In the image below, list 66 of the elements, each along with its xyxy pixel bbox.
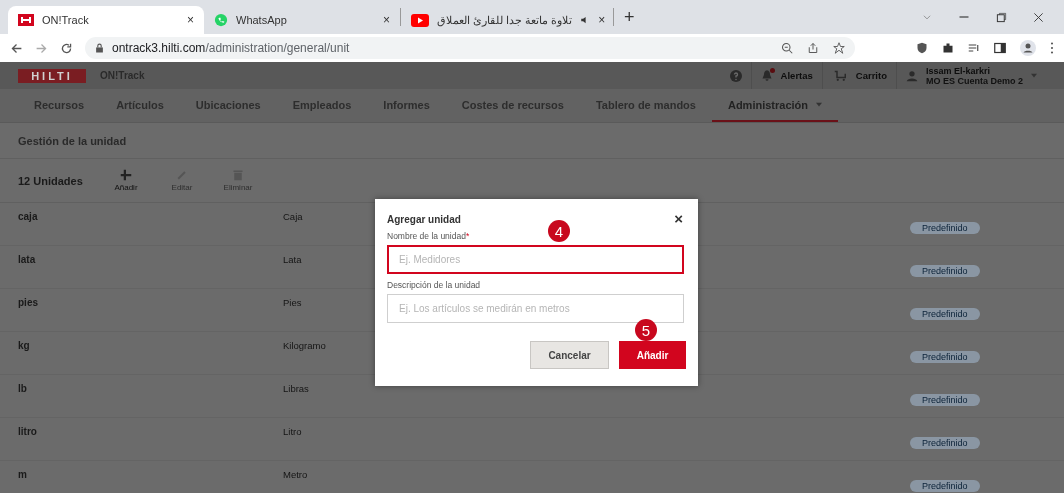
close-button[interactable]: × — [674, 213, 683, 225]
shield-icon — [916, 42, 928, 54]
plus-icon — [120, 169, 132, 181]
unit-description: Kilogramo — [283, 339, 326, 351]
text-field[interactable]: Ej. Medidores — [387, 245, 684, 274]
status-tag: Predefinido — [910, 265, 980, 277]
cancel-button[interactable]: Cancelar — [530, 341, 609, 369]
unit-description: Pies — [283, 296, 302, 308]
unit-description: Libras — [283, 382, 309, 394]
unit-description: Metro — [283, 468, 308, 480]
brand-logo: HILTI — [18, 68, 86, 83]
tab-close-icon[interactable]: × — [383, 13, 390, 27]
browser-tab[interactable]: تلاوة ماتعة جدا للقارئ العملاق × — [401, 6, 613, 34]
step-marker: 4 — [548, 220, 570, 242]
lock-icon — [95, 43, 104, 53]
tab-close-icon[interactable]: × — [598, 13, 606, 27]
back-arrow-icon — [10, 41, 23, 55]
star-icon — [833, 42, 845, 54]
unit-name: pies — [18, 296, 39, 308]
bell-icon — [760, 69, 773, 82]
reload-icon — [60, 41, 73, 55]
unit-description: Lata — [283, 253, 302, 265]
add-button[interactable]: Añadir — [108, 169, 144, 192]
caret-icon — [1031, 73, 1037, 78]
unit-description: Caja — [283, 210, 303, 222]
browser-tab[interactable]: WhatsApp × — [204, 6, 400, 34]
status-tag: Predefinido — [910, 437, 980, 449]
field-label: Nombre de la unidad* — [387, 231, 470, 241]
unit-count: 12 Unidades — [18, 174, 84, 187]
unit-name: lb — [18, 382, 28, 394]
status-tag: Predefinido — [910, 394, 980, 406]
status-tag: Predefinido — [910, 351, 980, 363]
chevron-down-icon — [922, 12, 932, 22]
nav-tab[interactable]: Administración — [711, 89, 839, 122]
dialog-title: Agregar unidad — [387, 213, 461, 225]
chat-bubble-icon — [214, 13, 228, 27]
playlist-icon — [968, 42, 980, 54]
status-tag: Predefinido — [910, 480, 980, 492]
submit-button[interactable]: Añadir — [619, 341, 686, 369]
close-icon — [1033, 11, 1044, 23]
unit-description: Litro — [283, 425, 302, 437]
field-label: Descripción de la unidad — [387, 280, 481, 290]
share-icon — [807, 42, 819, 54]
status-tag: Predefinido — [910, 308, 980, 320]
page-title: Gestión de la unidad — [18, 134, 127, 147]
unit-name: lata — [18, 253, 37, 265]
address-bar[interactable]: ontrack3.hilti.com/administration/general/unit — [85, 37, 855, 59]
unit-name: kg — [18, 339, 31, 351]
restore-icon — [996, 11, 1007, 23]
tab-close-icon[interactable]: × — [187, 13, 194, 27]
help-icon — [729, 69, 742, 82]
hilti-logo-icon — [18, 14, 34, 26]
browser-tab[interactable]: ON!Track × — [8, 6, 204, 34]
forward-arrow-icon — [35, 41, 48, 55]
status-tag: Predefinido — [910, 222, 980, 234]
unit-name: caja — [18, 210, 39, 222]
profile-avatar-icon — [1020, 40, 1036, 56]
zoom-out-icon — [781, 42, 793, 54]
video-play-icon — [411, 13, 429, 27]
side-panel-icon — [994, 42, 1006, 54]
step-marker: 5 — [635, 319, 657, 341]
more-icon — [1050, 42, 1054, 54]
new-tab-button[interactable]: + — [614, 6, 645, 28]
unit-name: litro — [18, 425, 38, 437]
unit-name: m — [18, 468, 28, 480]
user-icon — [905, 69, 918, 82]
